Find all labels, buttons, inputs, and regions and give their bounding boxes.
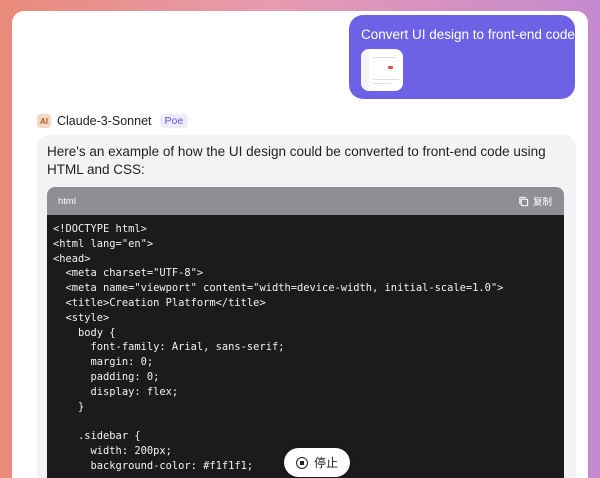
stop-label: 停止: [313, 456, 338, 470]
copy-button[interactable]: 复制: [518, 194, 552, 208]
code-block-header: html 复制: [47, 187, 564, 215]
user-message-bubble: Convert UI design to front-end code: [349, 15, 575, 99]
poe-badge: Poe: [159, 114, 189, 128]
user-message-text: Convert UI design to front-end code: [361, 27, 575, 42]
chat-window: Convert UI design to front-end code AI C…: [12, 11, 588, 478]
code-text[interactable]: <!DOCTYPE html> <html lang="en"> <head> …: [47, 215, 564, 474]
stop-button[interactable]: 停止: [284, 448, 350, 477]
bot-message-bubble: Here's an example of how the UI design c…: [37, 135, 576, 478]
code-block-body: <!DOCTYPE html> <html lang="en"> <head> …: [47, 215, 564, 478]
code-language-label: html: [58, 196, 76, 207]
copy-label: 复制: [532, 197, 552, 208]
bot-header: AI Claude-3-Sonnet Poe: [37, 112, 189, 130]
copy-icon: [519, 196, 529, 206]
anthropic-logo-icon: AI: [37, 114, 51, 128]
bot-name[interactable]: Claude-3-Sonnet: [57, 114, 152, 128]
image-thumbnail-icon[interactable]: [361, 49, 403, 91]
stop-circle-icon: [295, 456, 308, 469]
bot-intro-text: Here's an example of how the UI design c…: [47, 144, 546, 177]
